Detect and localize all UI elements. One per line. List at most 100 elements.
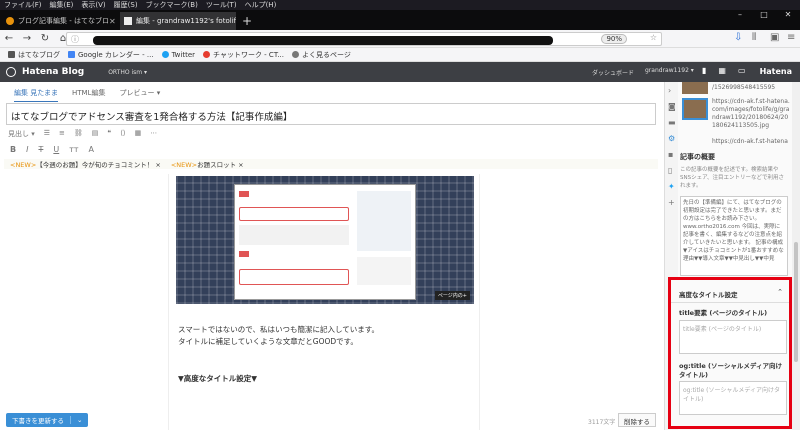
image-badge[interactable]: ページ内の+ [434,291,470,300]
info-icon[interactable]: ⓘ [71,34,79,45]
hatena-icon [8,51,15,58]
puzzle-icon[interactable]: ▪ [668,150,676,159]
bookmark-icon[interactable]: ▮ [702,66,706,75]
bookmark-hatena[interactable]: はてなブログ [8,50,60,60]
close-window-icon[interactable]: ✕ [776,10,800,22]
advanced-title-heading[interactable]: 高度なタイトル設定 [679,289,738,299]
link-icon[interactable]: ⛓ [74,129,83,139]
list-icon[interactable]: ☰ [44,129,50,139]
bold-icon[interactable]: B [10,145,16,154]
title-element-label: title要素 (ページのタイトル) [679,309,768,317]
divider [671,302,789,303]
download-icon[interactable]: ⇩ [734,32,742,43]
dashboard-link[interactable]: ダッシュボード [592,68,634,77]
url-bar[interactable]: ⓘ 90% ☆ [66,32,662,46]
italic-icon[interactable]: I [26,145,28,154]
reload-icon[interactable]: ↻ [36,33,54,44]
panel-scrollbar[interactable] [792,82,800,430]
user-menu[interactable]: grandraw1192 ▾ [645,67,694,74]
paragraph-select[interactable]: 見出し ▾ [8,129,35,139]
screenshot-sidebar [357,257,411,285]
tab-blog-edit[interactable]: ブログ記事編集 - はてなブロ ✕ [2,12,118,30]
color-icon[interactable]: A [89,145,94,154]
more-icon[interactable]: ⋯ [150,129,157,139]
topic-slot-link[interactable]: お題スロット × [197,161,244,169]
new-label: <NEW> [10,161,37,169]
tab-preview[interactable]: プレビュー ▾ [120,88,161,102]
body-text[interactable]: スマートではないので、私はいつも簡潔に記入しています。 タイトルに補足していくよ… [178,324,379,348]
menu-file[interactable]: ファイル(F) [0,0,46,10]
screenshot-red-label [239,251,249,257]
bookmark-chatwork[interactable]: チャットワーク - CT... [203,50,284,60]
photo-thumbnail-selected[interactable] [682,98,708,120]
delete-button[interactable]: 削除する [618,413,656,427]
menu-tools[interactable]: ツール(T) [202,0,241,10]
hatena-header: Hatena Blog ORTHO ism ▾ ダッシュボード grandraw… [0,62,800,82]
chevron-down-icon[interactable]: ⌄ [70,416,88,424]
bookmark-google-calendar[interactable]: Google カレンダー - ... [68,50,154,60]
scrollbar-thumb[interactable] [794,242,798,362]
sidebar-icon[interactable]: ▣ [770,32,779,43]
hatena-favicon-icon [124,17,132,25]
forward-icon[interactable]: → [18,33,36,44]
menu-bookmarks[interactable]: ブックマーク(B) [142,0,202,10]
tab-label: 編集 - grandraw1192's fotolife [136,17,236,25]
char-count: 3117文字 [588,419,616,426]
title-element-input[interactable]: title要素 (ページのタイトル) [679,320,787,354]
menu-bar: ファイル(F) 編集(E) 表示(V) 履歴(S) ブックマーク(B) ツール(… [0,0,800,10]
save-draft-button[interactable]: 下書きを更新する ⌄ [6,413,89,427]
camera-icon[interactable]: ◙ [668,102,676,111]
underline-icon[interactable]: U [53,145,59,154]
menu-help[interactable]: ヘルプ(H) [241,0,281,10]
article-image[interactable]: ページ内の+ [176,176,474,304]
menu-edit[interactable]: 編集(E) [46,0,78,10]
hatena-favicon-icon [6,17,14,25]
hamburger-icon[interactable]: ≡ [787,32,795,43]
body-heading[interactable]: ▼高度なタイトル設定▼ [178,373,257,384]
folder-icon[interactable]: ▬ [668,118,676,127]
hatena-blog-logo[interactable]: Hatena Blog [22,67,84,77]
image-icon[interactable]: ▤ [92,129,99,139]
plus-icon[interactable]: + [668,198,676,207]
photo-thumbnail[interactable] [682,82,708,94]
menu-history[interactable]: 履歴(S) [110,0,142,10]
tab-html[interactable]: HTML編集 [72,88,105,102]
summary-textarea[interactable]: 先日の【準備編】にて、はてなブログの初期設定は完了できたと思います。まだの方はこ… [680,196,788,276]
bookmark-label: はてなブログ [18,50,60,59]
numbered-list-icon[interactable]: ≡ [59,129,65,139]
tab-fotolife[interactable]: 編集 - grandraw1192's fotolife✕ [120,12,236,30]
quote-icon[interactable]: ❝ [107,129,111,139]
font-size-icon[interactable]: ᴛᴛ [69,145,78,154]
blog-selector[interactable]: ORTHO ism ▾ [108,69,147,76]
hatena-brand[interactable]: Hatena [760,67,792,76]
body-line: タイトルに補足していくような文章だとGOODです。 [178,337,358,346]
bookmark-twitter[interactable]: Twitter [161,50,196,59]
minimize-icon[interactable]: – [728,10,752,22]
gear-icon[interactable]: ⚙ [668,134,676,143]
table-icon[interactable]: ▦ [135,129,142,139]
chevron-up-icon[interactable]: ⌃ [777,288,783,296]
title-input[interactable]: はてなブログでアドセンス審査を1発合格する方法【記事作成編】 [6,103,656,125]
document-icon[interactable]: ▯ [668,166,676,175]
gear-icon [291,51,299,58]
back-icon[interactable]: ← [0,33,18,44]
menu-view[interactable]: 表示(V) [77,0,109,10]
new-tab-icon[interactable]: + [236,12,258,30]
grid-icon[interactable]: ▦ [718,66,726,75]
zoom-level[interactable]: 90% [601,34,627,44]
message-icon[interactable]: ▭ [738,66,746,75]
twitter-icon[interactable]: ✦ [668,182,676,191]
chevron-right-icon[interactable]: › [668,86,676,95]
tab-wysiwyg[interactable]: 編集 見たまま [14,88,59,102]
weekly-topic-link[interactable]: 【今週のお題】今が旬のチョコミント！ × [36,161,161,169]
bookmark-label: Google カレンダー - ... [78,50,154,59]
close-icon[interactable]: ✕ [109,17,116,26]
code-icon[interactable]: ⟨⟩ [120,129,125,139]
star-icon[interactable]: ☆ [650,33,657,42]
library-icon[interactable]: ⫴ [752,32,756,43]
bookmark-frequent[interactable]: よく見るページ [291,50,351,60]
bookmark-label: Twitter [171,50,196,59]
maximize-icon[interactable]: □ [752,10,776,22]
strike-icon[interactable]: T [38,145,43,154]
og-title-input[interactable]: og:title (ソーシャルメディア向けタイトル) [679,381,787,415]
